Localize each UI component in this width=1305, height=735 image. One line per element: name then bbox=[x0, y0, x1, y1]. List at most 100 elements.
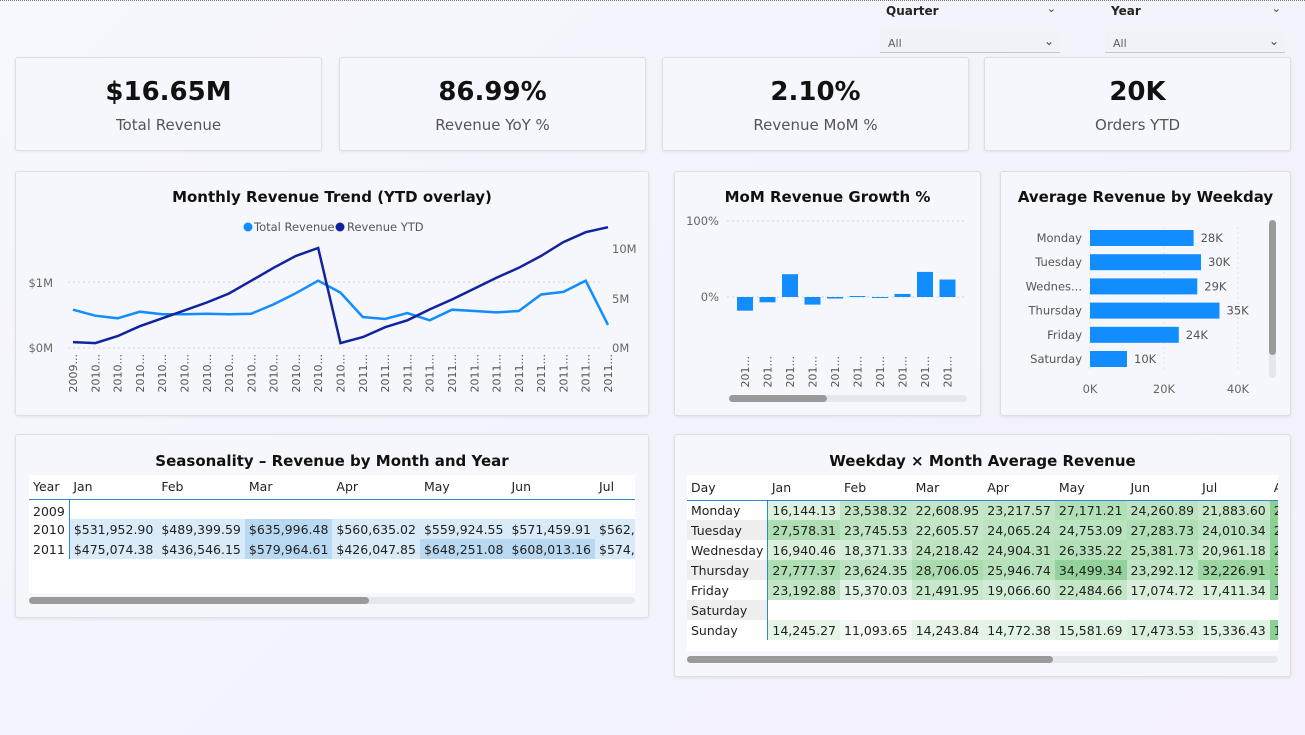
table-row[interactable]: Sunday 14,245.27 11,093.65 14,243.84 14,772.… bbox=[687, 620, 1278, 640]
mom-bar[interactable] bbox=[894, 293, 911, 297]
y-category-label: Wednes... bbox=[1026, 279, 1082, 293]
mom-bars[interactable] bbox=[737, 271, 956, 311]
kpi-label: Total Revenue bbox=[115, 116, 222, 134]
table-row[interactable]: Wednesday 16,940.46 18,371.33 24,218.42 24,9… bbox=[687, 540, 1278, 560]
kpi-card-orders-ytd[interactable]: 20K Orders YTD bbox=[984, 57, 1291, 151]
x-tick-label: 2010... bbox=[245, 354, 258, 392]
weekday-bar[interactable] bbox=[1090, 351, 1127, 367]
visual-title: Seasonality – Revenue by Month and Year bbox=[155, 452, 509, 470]
chevron-down-icon[interactable]: ⌄ bbox=[1044, 34, 1054, 48]
kpi-label: Revenue YoY % bbox=[435, 116, 550, 134]
avg-revenue-weekday-visual[interactable]: Average Revenue by Weekday Monday 28K Tues… bbox=[1000, 171, 1291, 416]
weekday-bar[interactable] bbox=[1090, 278, 1198, 295]
series-line-revenue-ytd[interactable] bbox=[72, 225, 609, 345]
horizontal-scrollbar[interactable] bbox=[687, 656, 1053, 663]
kpi-value: 86.99% bbox=[438, 77, 547, 107]
weekday-month-heatmap-visual[interactable]: Weekday × Month Average Revenue Day Jan Fe… bbox=[674, 434, 1291, 677]
column-header[interactable]: Mar bbox=[244, 475, 333, 500]
weekday-bar[interactable] bbox=[1090, 254, 1201, 271]
data-label: 24K bbox=[1186, 328, 1209, 342]
column-header[interactable]: Aug bbox=[1269, 475, 1278, 501]
horizontal-scrollbar[interactable] bbox=[29, 597, 369, 604]
quarter-slicer[interactable]: Quarter ⌄ All ⌄ bbox=[880, 2, 1060, 53]
mom-growth-visual[interactable]: MoM Revenue Growth % 100% 0% 201... 201..… bbox=[674, 171, 981, 416]
weekday-bar[interactable] bbox=[1090, 230, 1194, 246]
row-header: Saturday bbox=[687, 600, 769, 620]
mom-bar[interactable] bbox=[939, 279, 956, 297]
monthly-revenue-trend-visual[interactable]: Monthly Revenue Trend (YTD overlay) Tota… bbox=[15, 171, 649, 416]
column-header[interactable]: Feb bbox=[840, 475, 912, 501]
column-header[interactable]: Jan bbox=[767, 475, 840, 501]
seasonality-matrix-visual[interactable]: Seasonality – Revenue by Month and Year … bbox=[15, 434, 649, 618]
table-row[interactable]: Saturday bbox=[687, 600, 1278, 620]
table-row[interactable]: 2011 $475,074.38 $436,546.15 $579,964.61 $42… bbox=[29, 539, 635, 559]
x-tick-label: 201... bbox=[942, 356, 955, 388]
column-header[interactable]: Jun bbox=[1126, 475, 1199, 501]
column-header[interactable]: Day bbox=[687, 475, 768, 501]
x-tick-label: 201... bbox=[919, 356, 932, 388]
quarter-selected-value: All bbox=[888, 37, 902, 50]
table-cell: 15,370.03 bbox=[840, 580, 912, 600]
table-row[interactable]: Tuesday 27,578.31 23,745.53 22,605.57 24,065… bbox=[687, 520, 1278, 540]
table-row[interactable]: 2009 bbox=[29, 499, 635, 519]
column-header[interactable]: Jan bbox=[69, 475, 158, 500]
table-row[interactable]: Thursday 27,777.37 23,624.35 28,706.05 25,94… bbox=[687, 560, 1278, 580]
row-header: Monday bbox=[687, 500, 769, 520]
data-label: 28K bbox=[1201, 231, 1224, 245]
weekday-bar[interactable] bbox=[1090, 302, 1220, 319]
kpi-card-revenue-yoy[interactable]: 86.99% Revenue YoY % bbox=[339, 57, 646, 151]
table-row[interactable]: Monday 16,144.13 23,538.32 22,608.95 23,217.… bbox=[687, 500, 1278, 520]
x-tick-label: 2010... bbox=[178, 354, 191, 392]
mom-bar[interactable] bbox=[917, 271, 933, 297]
kpi-card-revenue-mom[interactable]: 2.10% Revenue MoM % bbox=[662, 57, 969, 151]
table-cell: $489,399.59 bbox=[157, 519, 245, 539]
column-header[interactable]: Feb bbox=[157, 475, 245, 500]
column-header[interactable]: May bbox=[1054, 475, 1127, 501]
mom-bar[interactable] bbox=[827, 297, 843, 299]
table-cell: 11,093.65 bbox=[840, 620, 912, 640]
chevron-down-icon[interactable]: ⌄ bbox=[1269, 34, 1279, 48]
table-row[interactable]: Friday 23,192.88 15,370.03 21,491.95 19,066.… bbox=[687, 580, 1278, 600]
table-cell: 21,491.95 bbox=[911, 580, 984, 600]
table-cell: 27,283.73 bbox=[1126, 520, 1199, 540]
column-header[interactable]: Apr bbox=[983, 475, 1055, 501]
column-header[interactable]: Jul bbox=[595, 475, 635, 500]
x-tick-label: 201... bbox=[739, 356, 752, 388]
chevron-down-icon[interactable]: ⌄ bbox=[1047, 2, 1056, 15]
table-row[interactable]: 2010 $531,952.90 $489,399.59 $635,996.48 $56… bbox=[29, 519, 635, 539]
series-line-total-revenue[interactable] bbox=[72, 279, 610, 326]
weekday-bar[interactable] bbox=[1090, 326, 1179, 343]
weekday-bars[interactable]: Monday 28K Tuesday 30K Wednes... 29K Thursday 3… bbox=[1026, 230, 1250, 367]
legend-label-total-revenue[interactable]: Total Revenue bbox=[253, 220, 335, 234]
kpi-card-total-revenue[interactable]: $16.65M Total Revenue bbox=[15, 57, 322, 151]
y-tick-label: $0M bbox=[28, 341, 53, 355]
column-header[interactable]: Year bbox=[29, 475, 70, 500]
column-header[interactable]: May bbox=[419, 475, 508, 500]
quarter-dropdown[interactable]: All ⌄ bbox=[880, 31, 1060, 53]
row-header: Wednesday bbox=[687, 540, 769, 560]
mom-bar[interactable] bbox=[849, 296, 866, 297]
mom-bar[interactable] bbox=[804, 297, 821, 305]
mom-bar[interactable] bbox=[737, 297, 753, 311]
column-header[interactable]: Apr bbox=[332, 475, 420, 500]
mom-bar[interactable] bbox=[872, 297, 888, 298]
column-header[interactable]: Jun bbox=[507, 475, 595, 500]
horizontal-scrollbar[interactable] bbox=[729, 395, 827, 402]
year-slicer[interactable]: Year ⌄ All ⌄ bbox=[1105, 2, 1285, 53]
table-cell: $426,047.85 bbox=[332, 539, 420, 559]
mom-bar[interactable] bbox=[782, 274, 798, 297]
year-dropdown[interactable]: All ⌄ bbox=[1105, 31, 1285, 53]
x-tick-label: 2011... bbox=[602, 354, 615, 392]
table-cell: 23,292.12 bbox=[1126, 560, 1199, 580]
table-cell: 23,745.53 bbox=[840, 520, 912, 540]
vertical-scrollbar[interactable] bbox=[1269, 220, 1276, 355]
legend-label-revenue-ytd[interactable]: Revenue YTD bbox=[347, 220, 424, 234]
column-header[interactable]: Jul bbox=[1198, 475, 1270, 501]
table-cell: 17,074.72 bbox=[1126, 580, 1199, 600]
column-header[interactable]: Mar bbox=[911, 475, 984, 501]
chevron-down-icon[interactable]: ⌄ bbox=[1272, 2, 1281, 15]
x-axis-labels: 201... 201... 201... 201... 201... 201... 201.… bbox=[739, 356, 955, 388]
x-tick-label: 2011... bbox=[557, 354, 570, 392]
table-cell: 27,578.31 bbox=[767, 520, 840, 540]
mom-bar[interactable] bbox=[759, 297, 776, 303]
